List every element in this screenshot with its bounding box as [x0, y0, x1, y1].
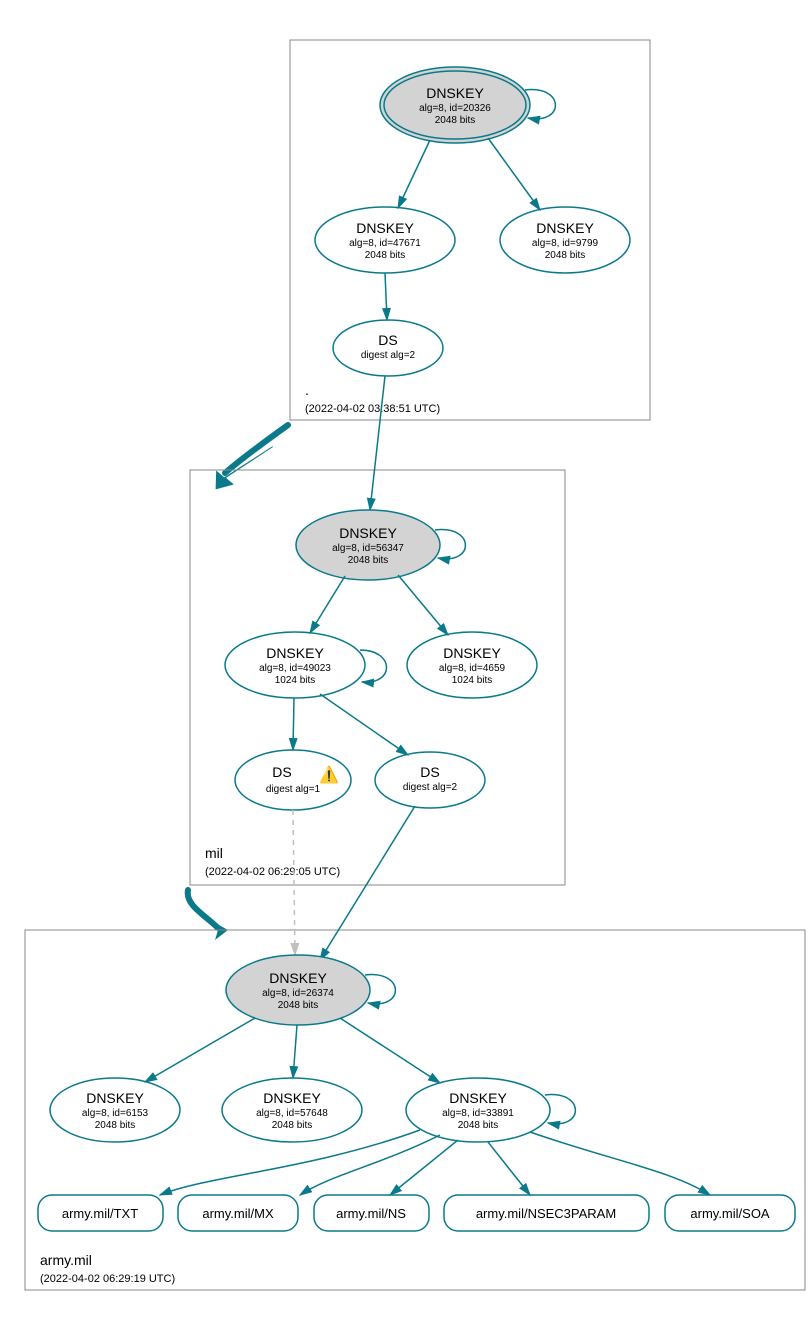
- edge-mil-ksk-zsk1: [310, 576, 345, 633]
- mil-zsk2-node: DNSKEY alg=8, id=4659 1024 bits: [407, 632, 537, 698]
- svg-text:DNSKEY: DNSKEY: [426, 85, 484, 101]
- mil-ds1-node: DS ⚠️ digest alg=1: [235, 750, 351, 810]
- svg-text:alg=8, id=47671: alg=8, id=47671: [349, 238, 421, 249]
- big-arrow-root-to-mil: [213, 447, 276, 489]
- svg-text:2048 bits: 2048 bits: [545, 250, 586, 261]
- rr-nsec3param: army.mil/NSEC3PARAM: [444, 1195, 649, 1231]
- edge-mil-ds2-army-ksk: [320, 806, 415, 960]
- svg-text:alg=8, id=20326: alg=8, id=20326: [419, 103, 491, 114]
- army-zsk3-node: DNSKEY alg=8, id=33891 2048 bits: [406, 1078, 550, 1142]
- edge-army-ksk-zsk2: [293, 1025, 297, 1078]
- svg-text:army.mil/NSEC3PARAM: army.mil/NSEC3PARAM: [476, 1206, 616, 1221]
- dnssec-diagram: . (2022-04-02 03:38:51 UTC) DNSKEY alg=8…: [10, 10, 808, 1309]
- root-ds-node: DS digest alg=2: [333, 320, 443, 376]
- mil-ds2-node: DS digest alg=2: [375, 752, 485, 808]
- svg-text:DS: DS: [420, 764, 439, 780]
- warning-icon: ⚠️: [319, 765, 339, 784]
- svg-text:1024 bits: 1024 bits: [452, 675, 493, 686]
- svg-text:army.mil/NS: army.mil/NS: [336, 1206, 406, 1221]
- mil-zsk1-node: DNSKEY alg=8, id=49023 1024 bits: [225, 632, 365, 698]
- svg-text:army.mil/TXT: army.mil/TXT: [62, 1206, 138, 1221]
- zone-root-timestamp: (2022-04-02 03:38:51 UTC): [305, 403, 440, 415]
- svg-text:alg=8, id=6153: alg=8, id=6153: [82, 1108, 149, 1119]
- zone-mil-timestamp: (2022-04-02 06:29:05 UTC): [205, 866, 340, 878]
- edge-mil-zsk1-ds1: [293, 698, 294, 750]
- zone-army-timestamp: (2022-04-02 06:29:19 UTC): [40, 1273, 175, 1285]
- svg-text:alg=8, id=4659: alg=8, id=4659: [439, 663, 506, 674]
- svg-text:2048 bits: 2048 bits: [435, 115, 476, 126]
- svg-text:2048 bits: 2048 bits: [458, 1120, 499, 1131]
- svg-text:alg=8, id=33891: alg=8, id=33891: [442, 1108, 514, 1119]
- svg-text:2048 bits: 2048 bits: [365, 250, 406, 261]
- svg-text:alg=8, id=57648: alg=8, id=57648: [256, 1108, 328, 1119]
- svg-text:2048 bits: 2048 bits: [348, 555, 389, 566]
- svg-text:army.mil/MX: army.mil/MX: [202, 1206, 274, 1221]
- zone-mil-label: mil: [205, 845, 223, 861]
- svg-text:DNSKEY: DNSKEY: [263, 1090, 321, 1106]
- edge-army-zsk3-soa: [530, 1132, 710, 1195]
- svg-text:DNSKEY: DNSKEY: [443, 645, 501, 661]
- rr-soa: army.mil/SOA: [665, 1195, 795, 1231]
- svg-text:DS: DS: [378, 332, 397, 348]
- root-zsk2-node: DNSKEY alg=8, id=9799 2048 bits: [500, 207, 630, 273]
- edge-root-ds-mil-ksk: [370, 376, 385, 510]
- svg-text:digest alg=2: digest alg=2: [361, 350, 416, 361]
- edge-army-ksk-zsk3: [340, 1018, 440, 1083]
- army-zsk2-node: DNSKEY alg=8, id=57648 2048 bits: [222, 1078, 362, 1142]
- svg-text:DNSKEY: DNSKEY: [339, 525, 397, 541]
- svg-text:alg=8, id=49023: alg=8, id=49023: [259, 663, 331, 674]
- edge-army-zsk3-mx: [300, 1135, 440, 1195]
- big-arrow-root-to-mil-tail: [225, 425, 288, 473]
- svg-text:2048 bits: 2048 bits: [95, 1120, 136, 1131]
- svg-text:DNSKEY: DNSKEY: [266, 645, 324, 661]
- svg-text:digest alg=2: digest alg=2: [403, 782, 458, 793]
- svg-text:DNSKEY: DNSKEY: [269, 970, 327, 986]
- edge-root-ksk-zsk2: [488, 138, 540, 210]
- svg-text:DNSKEY: DNSKEY: [356, 220, 414, 236]
- svg-text:alg=8, id=56347: alg=8, id=56347: [332, 543, 404, 554]
- edge-mil-zsk1-ds2: [320, 694, 408, 755]
- svg-text:2048 bits: 2048 bits: [278, 1000, 319, 1011]
- mil-ksk-node: DNSKEY alg=8, id=56347 2048 bits: [296, 510, 440, 580]
- edge-mil-ds1-army-ksk: [293, 810, 295, 955]
- svg-text:army.mil/SOA: army.mil/SOA: [690, 1206, 770, 1221]
- svg-text:DNSKEY: DNSKEY: [86, 1090, 144, 1106]
- root-ksk-node: DNSKEY alg=8, id=20326 2048 bits: [380, 67, 530, 143]
- rr-txt: army.mil/TXT: [38, 1195, 163, 1231]
- edge-mil-ksk-zsk2: [398, 575, 448, 635]
- edge-army-ksk-zsk1: [145, 1018, 255, 1082]
- edge-root-ksk-zsk1: [398, 140, 430, 208]
- svg-text:DS: DS: [272, 764, 291, 780]
- svg-text:DNSKEY: DNSKEY: [536, 220, 594, 236]
- army-zsk1-node: DNSKEY alg=8, id=6153 2048 bits: [50, 1078, 180, 1142]
- zone-root-label: .: [305, 382, 309, 398]
- edge-root-zsk1-ds: [385, 273, 387, 320]
- zone-army-label: army.mil: [40, 1252, 92, 1268]
- svg-text:2048 bits: 2048 bits: [272, 1120, 313, 1131]
- svg-text:1024 bits: 1024 bits: [275, 675, 316, 686]
- rr-ns: army.mil/NS: [314, 1195, 429, 1231]
- edge-army-zsk3-nsec3: [488, 1142, 530, 1195]
- svg-text:alg=8, id=26374: alg=8, id=26374: [262, 988, 334, 999]
- rr-mx: army.mil/MX: [178, 1195, 298, 1231]
- edge-army-zsk3-ns: [390, 1140, 458, 1195]
- svg-text:DNSKEY: DNSKEY: [449, 1090, 507, 1106]
- svg-text:digest alg=1: digest alg=1: [266, 784, 321, 795]
- svg-text:alg=8, id=9799: alg=8, id=9799: [532, 238, 599, 249]
- root-zsk1-node: DNSKEY alg=8, id=47671 2048 bits: [315, 207, 455, 273]
- army-ksk-node: DNSKEY alg=8, id=26374 2048 bits: [226, 955, 370, 1025]
